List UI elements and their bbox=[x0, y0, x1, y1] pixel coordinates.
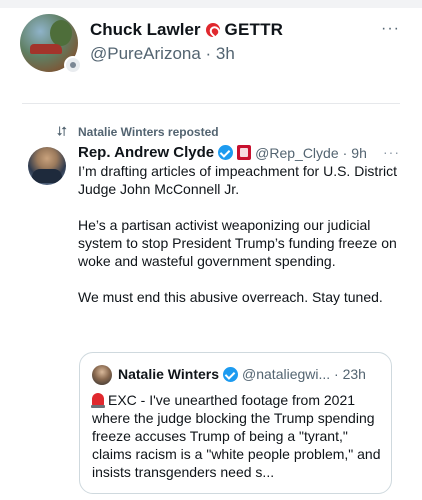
government-badge-icon bbox=[237, 145, 252, 160]
top-strip bbox=[0, 0, 422, 8]
siren-icon bbox=[91, 393, 105, 408]
quoted-tweet-card[interactable]: Natalie Winters @nataliegwi... · 23h EXC… bbox=[79, 352, 392, 494]
tweet-time[interactable]: 9h bbox=[351, 145, 367, 161]
tweet-more-options-icon[interactable]: ··· bbox=[383, 144, 400, 160]
verified-badge-icon bbox=[218, 145, 234, 160]
divider bbox=[22, 103, 400, 104]
tweet-paragraph: He’s a partisan activist weaponizing our… bbox=[78, 217, 397, 269]
tweet-separator: · bbox=[342, 144, 348, 161]
gettr-logo-icon bbox=[205, 23, 220, 37]
repost-label[interactable]: Natalie Winters reposted bbox=[78, 125, 219, 139]
avatar-tree bbox=[50, 20, 72, 46]
quoted-text: EXC - I've unearthed footage from 2021 w… bbox=[92, 392, 381, 480]
avatar-car bbox=[30, 44, 62, 54]
quoted-handle-time: @nataliegwi... · 23h bbox=[242, 366, 366, 382]
tweet-paragraph: We must end this abusive overreach. Stay… bbox=[78, 289, 383, 305]
repost-indicator: ⮃ Natalie Winters reposted bbox=[54, 124, 219, 140]
repost-icon: ⮃ bbox=[56, 124, 68, 139]
tweet-paragraph: I’m drafting articles of impeachment for… bbox=[78, 163, 397, 197]
tweet-header: Rep. Andrew Clyde @Rep_Clyde · 9h bbox=[78, 144, 367, 161]
header-handle-time: @PureArizona · 3h bbox=[90, 44, 235, 63]
quoted-header: Natalie Winters @nataliegwi... · 23h bbox=[118, 366, 366, 382]
quoted-author-avatar bbox=[92, 365, 112, 385]
tweet-author-avatar[interactable] bbox=[28, 147, 66, 185]
quoted-text-container: EXC - I've unearthed footage from 2021 w… bbox=[91, 391, 384, 481]
tweet-author-name[interactable]: Rep. Andrew Clyde bbox=[78, 144, 214, 161]
more-options-icon[interactable]: ··· bbox=[381, 20, 400, 38]
header-author-name[interactable]: Chuck Lawler bbox=[90, 20, 201, 40]
gettr-label: GETTR bbox=[224, 20, 284, 39]
verified-badge-icon bbox=[223, 366, 239, 382]
quoted-author-name: Natalie Winters bbox=[118, 366, 220, 382]
header-name-row: Chuck Lawler GETTR bbox=[90, 20, 283, 40]
avatar-badge-icon bbox=[64, 56, 82, 74]
tweet-body: I’m drafting articles of impeachment for… bbox=[78, 162, 398, 306]
tweet-handle[interactable]: @Rep_Clyde bbox=[255, 145, 338, 161]
